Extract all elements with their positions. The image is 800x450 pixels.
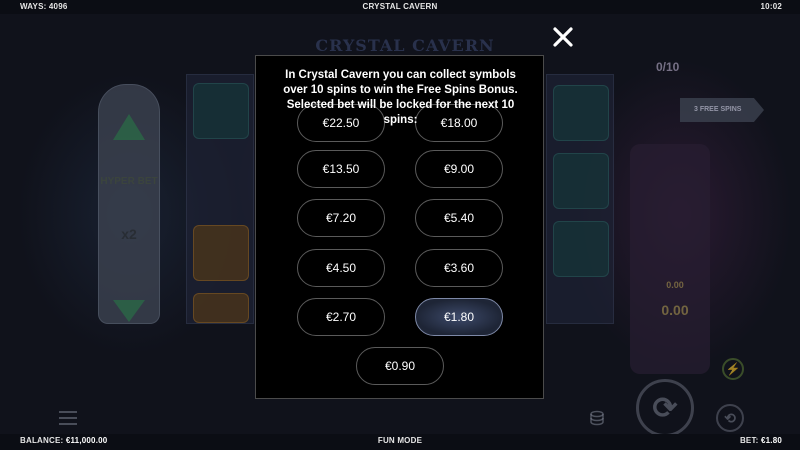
hyper-bet-label: HYPER BET (100, 176, 158, 187)
bottom-info-bar: BALANCE: €11,000.00 FUN MODE BET: €1.80 (0, 436, 800, 450)
bet-option-3-60[interactable]: €3.60 (415, 249, 503, 287)
collector-tower (630, 144, 710, 374)
lightning-icon[interactable]: ⚡ (722, 358, 744, 380)
hyper-bet-up-arrow (113, 114, 145, 140)
hyper-bet-down-arrow (113, 300, 145, 322)
autoplay-icon[interactable]: ⟲ (716, 404, 744, 432)
free-spins-counter: 0/10 (656, 60, 680, 74)
coin-stack-icon[interactable] (586, 406, 608, 432)
bet-option-4-50[interactable]: €4.50 (297, 249, 385, 287)
bet-selection-modal: In Crystal Cavern you can collect symbol… (255, 55, 544, 399)
close-button[interactable] (548, 22, 578, 52)
bet-option-1-80-selected[interactable]: €1.80 (415, 298, 503, 336)
reel-column (546, 74, 614, 324)
close-icon (553, 27, 573, 47)
bet-option-9-00[interactable]: €9.00 (415, 150, 503, 188)
free-spins-sign: 3 FREE SPINS (680, 98, 764, 122)
hyper-bet-multiplier: x2 (121, 226, 137, 242)
reel-symbol (553, 85, 609, 141)
game-logo: CRYSTAL CAVERN (315, 36, 495, 55)
reel-column (186, 74, 254, 324)
bet-label: BET: (739, 436, 759, 445)
reel-symbol (553, 153, 609, 209)
bet-value: €1.80 (760, 436, 782, 445)
collector-value-large: 0.00 (661, 302, 689, 318)
mode-label: FUN MODE (377, 436, 423, 445)
bet-option-2-70[interactable]: €2.70 (297, 298, 385, 336)
game-title: CRYSTAL CAVERN (362, 2, 438, 11)
clock: 10:02 (760, 2, 782, 11)
reel-symbol (553, 221, 609, 277)
menu-icon[interactable] (56, 407, 80, 429)
bet-option-13-50[interactable]: €13.50 (297, 150, 385, 188)
bet-option-5-40[interactable]: €5.40 (415, 199, 503, 237)
reel-symbol (193, 293, 249, 323)
bet-display: BET: €1.80 (740, 436, 782, 445)
bet-option-7-20[interactable]: €7.20 (297, 199, 385, 237)
bet-option-0-90[interactable]: €0.90 (356, 347, 444, 385)
reel-symbol (193, 83, 249, 139)
spin-icon[interactable]: ⟳ (636, 379, 694, 434)
reel-symbol (193, 225, 249, 281)
modal-description: In Crystal Cavern you can collect symbol… (283, 69, 518, 126)
collector-value-small: 0.00 (666, 280, 684, 290)
